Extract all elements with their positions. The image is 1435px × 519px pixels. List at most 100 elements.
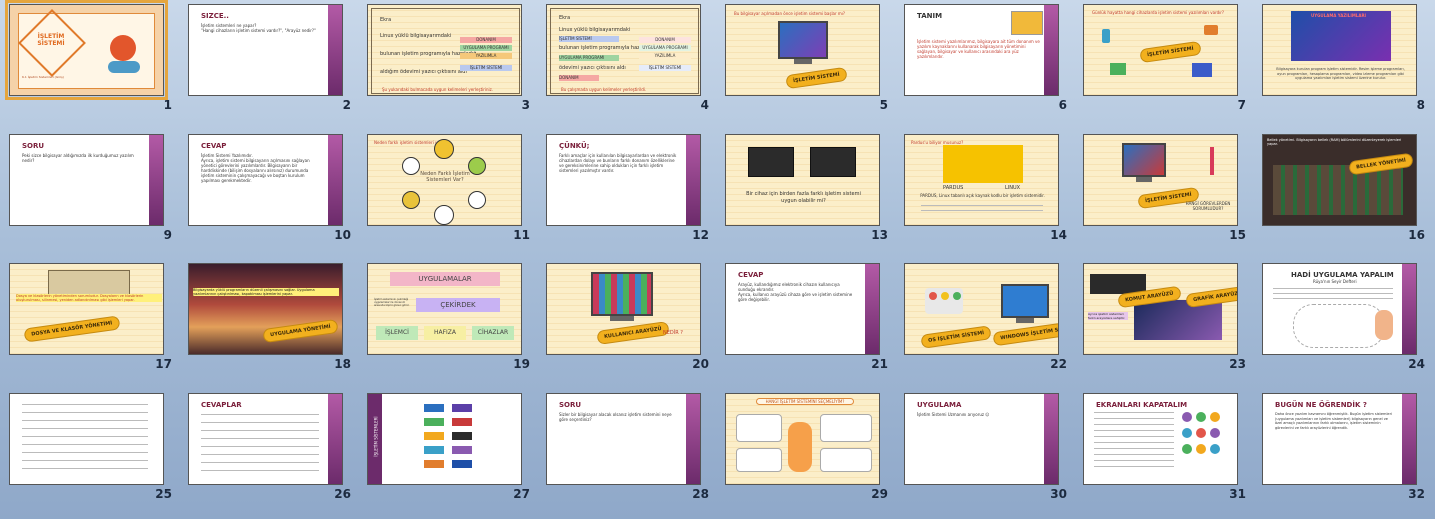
slide-thumbnail[interactable]: Bellek yönetimi. Bilgisayarın bellek (RA… bbox=[1262, 134, 1417, 226]
slide-13[interactable]: Bir cihaz için birden fazla farklı işlet… bbox=[716, 130, 895, 256]
slide-thumbnail[interactable]: UYGULAMALAR ÇEKİRDEK İşletim sisteminin … bbox=[367, 263, 522, 355]
slide-30[interactable]: UYGULAMA İşletim Sistemi Uzmanını arıyor… bbox=[895, 389, 1074, 515]
slide-thumbnail[interactable]: Günlük hayatta hangi cihazlarda işletim … bbox=[1083, 4, 1238, 96]
badge-icon bbox=[1210, 428, 1220, 438]
slide-number: 15 bbox=[1229, 228, 1246, 242]
chrome-icon bbox=[402, 191, 420, 209]
slide-number: 30 bbox=[1050, 487, 1067, 501]
slide-thumbnail[interactable]: EKRANLARI KAPATALIM bbox=[1083, 393, 1238, 485]
computer-icon bbox=[1122, 143, 1166, 182]
slide-6[interactable]: TANIM İşletim sistemi yazılımlarımız, bi… bbox=[895, 0, 1074, 126]
slide-title: UYGULAMA bbox=[917, 401, 962, 409]
slide-12[interactable]: ÇÜNKÜ; Farklı amaçlar için kullanılan bi… bbox=[537, 130, 716, 256]
slide-thumbnail[interactable]: BUGÜN NE ÖĞRENDİK ? Daha önce yazılım ka… bbox=[1262, 393, 1417, 485]
slide-thumbnail[interactable]: İŞLETİM SİSTEMİ HANGİ GÖREVLERDEN SORUML… bbox=[1083, 134, 1238, 226]
badge-icon bbox=[1182, 412, 1192, 422]
pardus-logo bbox=[943, 145, 1023, 183]
slide-thumbnail[interactable]: CEVAP Arayüz, kullandığımız elektronik c… bbox=[725, 263, 880, 355]
slide-24[interactable]: HADİ UYGULAMA YAPALIM Rüya'nın Seyir Def… bbox=[1253, 259, 1432, 385]
slide-thumbnail[interactable]: KULLANICI ARAYÜZÜ NEDİR ? bbox=[546, 263, 701, 355]
slide-thumbnail[interactable]: Bu bilgisayar açılmadan önce işletim sis… bbox=[725, 4, 880, 96]
tv-icon bbox=[1192, 63, 1212, 77]
slide-number: 32 bbox=[1408, 487, 1425, 501]
slide-number: 26 bbox=[334, 487, 351, 501]
slide-10[interactable]: CEVAP İşletim Sistemi Yazılımıdır. Ayrıc… bbox=[179, 130, 358, 256]
computer-icon bbox=[591, 272, 653, 321]
ram-image bbox=[1273, 165, 1403, 215]
slide-thumbnail[interactable]: Dosya ve klasörlerin yönetiminden soruml… bbox=[9, 263, 164, 355]
slide-number: 18 bbox=[334, 357, 351, 371]
laptop-icon bbox=[748, 147, 794, 177]
slide-thumbnail[interactable] bbox=[9, 393, 164, 485]
slide-thumbnail[interactable]: CEVAPLAR bbox=[188, 393, 343, 485]
slide-26[interactable]: CEVAPLAR 26 bbox=[179, 389, 358, 515]
desktop-screenshot bbox=[1291, 11, 1391, 61]
slide-8[interactable]: UYGULAMA YAZILIMLARI Bilgisayara kurulan… bbox=[1253, 0, 1432, 126]
slide-number: 12 bbox=[692, 228, 709, 242]
slide-bullets: Arayüz, kullandığımız elektronik cihazın… bbox=[738, 282, 853, 302]
slide-thumbnail[interactable]: CEVAP İşletim Sistemi Yazılımıdır. Ayrıc… bbox=[188, 134, 343, 226]
slide-number: 9 bbox=[163, 228, 172, 242]
slide-number: 21 bbox=[871, 357, 888, 371]
slide-15[interactable]: İŞLETİM SİSTEMİ HANGİ GÖREVLERDEN SORUML… bbox=[1074, 130, 1253, 256]
slide-thumbnail[interactable]: HADİ UYGULAMA YAPALIM Rüya'nın Seyir Def… bbox=[1262, 263, 1417, 355]
slide-thumbnail[interactable]: KOMUT ARAYÜZÜ GRAFİK ARAYÜZ Ayrıca işlet… bbox=[1083, 263, 1238, 355]
slide-19[interactable]: UYGULAMALAR ÇEKİRDEK İşletim sisteminin … bbox=[358, 259, 537, 385]
slide-thumbnail[interactable]: Pardus'u biliyor musunuz? PARDUS LINUX P… bbox=[904, 134, 1059, 226]
slide-thumbnail[interactable]: OS İŞLETİM SİSTEMİ WINDOWS İŞLETİM SİSTE… bbox=[904, 263, 1059, 355]
slide-number: 16 bbox=[1408, 228, 1425, 242]
slide-22[interactable]: OS İŞLETİM SİSTEMİ WINDOWS İŞLETİM SİSTE… bbox=[895, 259, 1074, 385]
slide-1[interactable]: İŞLETİM SİSTEMİ 6.1 İşletim Sistemleri (… bbox=[0, 0, 179, 126]
slide-14[interactable]: Pardus'u biliyor musunuz? PARDUS LINUX P… bbox=[895, 130, 1074, 256]
slide-title: CEVAPLAR bbox=[201, 401, 242, 409]
slide-thumbnail[interactable]: TANIM İşletim sistemi yazılımlarımız, bi… bbox=[904, 4, 1059, 96]
slide-17[interactable]: Dosya ve klasörlerin yönetiminden soruml… bbox=[0, 259, 179, 385]
slide-number: 24 bbox=[1408, 357, 1425, 371]
slide-25[interactable]: 25 bbox=[0, 389, 179, 515]
slide-thumbnail[interactable]: SIZCE.. İşletim sistemleri ne yapar? "Ha… bbox=[188, 4, 343, 96]
slide-16[interactable]: Bellek yönetimi. Bilgisayarın bellek (RA… bbox=[1253, 130, 1432, 256]
android-icon bbox=[468, 157, 486, 175]
slide-3[interactable]: Ekra Linux yüklü bilgisayarımdaki buluna… bbox=[358, 0, 537, 126]
slide-subtitle: 6.1 İşletim Sistemleri (Giriş) bbox=[22, 75, 64, 79]
slide-9[interactable]: SORU Peki sizce bilgisayar aldığımızda i… bbox=[0, 130, 179, 256]
badge-icon bbox=[1182, 428, 1192, 438]
slide-thumbnail[interactable]: İŞLETİM SİSTEMİ 6.1 İşletim Sistemleri (… bbox=[5, 0, 168, 100]
slide-number: 28 bbox=[692, 487, 709, 501]
slide-18[interactable]: Bilgisayarda yüklü programların düzenli … bbox=[179, 259, 358, 385]
slide-number: 19 bbox=[513, 357, 530, 371]
slide-28[interactable]: SORU Sizler bir bilgisayar alacak olsanı… bbox=[537, 389, 716, 515]
slide-thumbnail[interactable]: HANGİ İŞLETİM SİSTEMİNİ SEÇMELİYİM? bbox=[725, 393, 880, 485]
slide-thumbnail[interactable]: SORU Peki sizce bilgisayar aldığımızda i… bbox=[9, 134, 164, 226]
slide-31[interactable]: EKRANLARI KAPATALIM 31 bbox=[1074, 389, 1253, 515]
slide-thumbnail[interactable]: UYGULAMA İşletim Sistemi Uzmanını arıyor… bbox=[904, 393, 1059, 485]
slide-thumbnail[interactable]: Ekra Linux yüklü bilgisayarımdaki İŞLETİ… bbox=[546, 4, 701, 96]
slide-bullets: İşletim Sistemi Yazılımıdır. Ayrıca, işl… bbox=[201, 153, 310, 183]
slide-number: 23 bbox=[1229, 357, 1246, 371]
slide-5[interactable]: Bu bilgisayar açılmadan önce işletim sis… bbox=[716, 0, 895, 126]
slide-27[interactable]: İŞLETİM SİSTEMLERİ 27 bbox=[358, 389, 537, 515]
slide-thumbnail[interactable]: ÇÜNKÜ; Farklı amaçlar için kullanılan bi… bbox=[546, 134, 701, 226]
slide-21[interactable]: CEVAP Arayüz, kullandığımız elektronik c… bbox=[716, 259, 895, 385]
slide-11[interactable]: Neden farklı işletim sistemleri var? Ned… bbox=[358, 130, 537, 256]
slide-32[interactable]: BUGÜN NE ÖĞRENDİK ? Daha önce yazılım ka… bbox=[1253, 389, 1432, 515]
slide-number: 10 bbox=[334, 228, 351, 242]
badge-icon bbox=[1196, 428, 1206, 438]
slide-7[interactable]: Günlük hayatta hangi cihazlarda işletim … bbox=[1074, 0, 1253, 126]
slide-23[interactable]: KOMUT ARAYÜZÜ GRAFİK ARAYÜZ Ayrıca işlet… bbox=[1074, 259, 1253, 385]
slide-thumbnail[interactable]: Bir cihaz için birden fazla farklı işlet… bbox=[725, 134, 880, 226]
slide-20[interactable]: KULLANICI ARAYÜZÜ NEDİR ? 20 bbox=[537, 259, 716, 385]
slide-thumbnail[interactable]: İŞLETİM SİSTEMLERİ bbox=[367, 393, 522, 485]
slide-2[interactable]: SIZCE.. İşletim sistemleri ne yapar? "Ha… bbox=[179, 0, 358, 126]
slide-thumbnail[interactable]: Ekra Linux yüklü bilgisayarımdaki buluna… bbox=[367, 4, 522, 96]
slide-thumbnail[interactable]: Neden farklı işletim sistemleri var? Ned… bbox=[367, 134, 522, 226]
slide-thumbnail[interactable]: UYGULAMA YAZILIMLARI Bilgisayara kurulan… bbox=[1262, 4, 1417, 96]
slide-4[interactable]: Ekra Linux yüklü bilgisayarımdaki İŞLETİ… bbox=[537, 0, 716, 126]
slide-number: 5 bbox=[879, 98, 888, 112]
badge-icon bbox=[1196, 412, 1206, 422]
slide-29[interactable]: HANGİ İŞLETİM SİSTEMİNİ SEÇMELİYİM? 29 bbox=[716, 389, 895, 515]
slide-thumbnail[interactable]: Bilgisayarda yüklü programların düzenli … bbox=[188, 263, 343, 355]
slide-thumbnail[interactable]: SORU Sizler bir bilgisayar alacak olsanı… bbox=[546, 393, 701, 485]
slide-number: 27 bbox=[513, 487, 530, 501]
slide-bullets: İşletim sistemleri ne yapar? "Hangi ciha… bbox=[201, 23, 316, 33]
